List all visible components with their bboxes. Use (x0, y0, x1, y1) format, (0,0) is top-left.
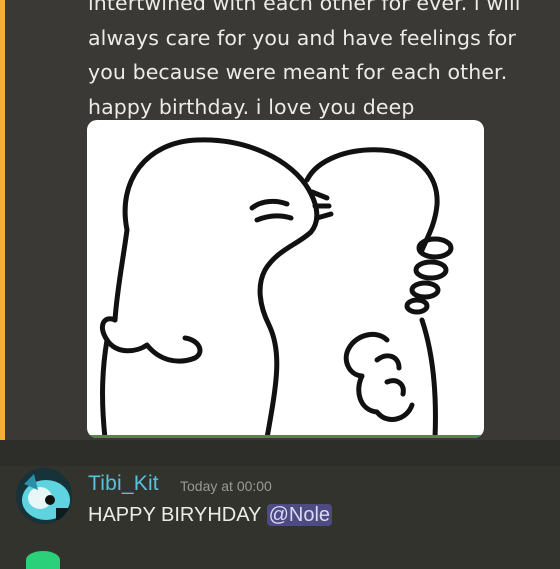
mention-highlight-bar (0, 0, 5, 440)
message-line: you because were meant for each other. (88, 60, 508, 84)
user-mention[interactable]: @Nole (266, 504, 333, 526)
message-line: intertwined with each other for ever. i … (88, 0, 521, 15)
message-divider (0, 440, 560, 466)
message-line: happy birthday. i love you deep (88, 94, 415, 119)
message-line: always care for you and have feelings fo… (88, 25, 516, 50)
next-avatar[interactable] (26, 551, 60, 569)
message-content: HAPPY BIRYHDAY @Nole (88, 504, 333, 527)
attachment-bottom-strip (87, 435, 484, 438)
avatar-image (16, 468, 72, 524)
message-text: HAPPY BIRYHDAY (88, 504, 262, 526)
highlighted-message: intertwined with each other for ever. i … (0, 0, 560, 440)
author-name[interactable]: Tibi_Kit (88, 472, 159, 496)
avatar[interactable] (16, 468, 72, 524)
hug-drawing-image (100, 137, 454, 438)
message-timestamp[interactable]: Today at 00:00 (180, 478, 272, 494)
image-attachment[interactable] (87, 120, 484, 438)
message-text: intertwined with each other for ever. i … (88, 0, 548, 124)
